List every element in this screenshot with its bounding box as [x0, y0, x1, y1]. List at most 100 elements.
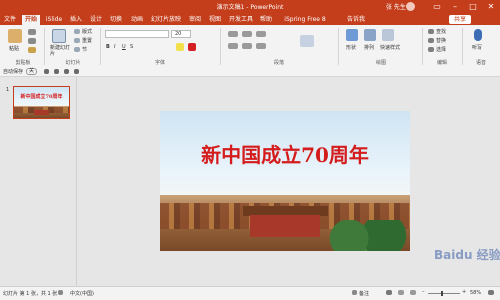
ribbon-tabs: 文件 开始 iSlide 插入 设计 切换 动画 幻灯片放映 审阅 视图 开发工… — [0, 14, 500, 25]
layout-icon[interactable] — [74, 29, 80, 34]
ribbon-display-icon[interactable]: ▭ — [428, 0, 446, 14]
close-icon[interactable]: ✕ — [482, 0, 500, 14]
numbering-icon[interactable] — [242, 31, 252, 37]
microphone-icon[interactable] — [474, 29, 482, 41]
paste-icon[interactable] — [8, 29, 22, 43]
arrange-icon[interactable] — [364, 29, 376, 41]
select-label[interactable]: 选择 — [436, 46, 446, 53]
replace-label[interactable]: 替换 — [436, 37, 446, 44]
maximize-icon[interactable]: □ — [464, 0, 482, 14]
slide-headline[interactable]: 新中国成立70周年 — [160, 139, 410, 168]
quick-styles-icon[interactable] — [382, 29, 394, 41]
align-center-icon[interactable] — [242, 43, 252, 49]
font-size-box[interactable]: 20 — [171, 30, 191, 38]
separator — [220, 28, 221, 65]
bold-button[interactable]: B — [106, 44, 110, 50]
quick-styles-label[interactable]: 快速样式 — [380, 44, 400, 51]
reset-icon[interactable] — [74, 38, 80, 43]
tab-islide[interactable]: iSlide — [43, 15, 65, 25]
dictate-label[interactable]: 听写 — [472, 44, 482, 51]
tab-file[interactable]: 文件 — [2, 15, 18, 25]
start-slideshow-icon[interactable] — [74, 69, 79, 74]
tab-insert[interactable]: 插入 — [68, 15, 84, 25]
notes-icon[interactable] — [352, 290, 357, 295]
slide-main[interactable]: 新中国成立70周年 — [160, 111, 410, 251]
separator — [338, 28, 339, 65]
zoom-in-icon[interactable]: + — [462, 289, 466, 295]
autosave-toggle[interactable]: 关 — [26, 68, 38, 75]
replace-icon[interactable] — [428, 38, 434, 43]
slide-gate — [250, 214, 320, 237]
zoom-out-icon[interactable]: – — [422, 289, 425, 295]
undo-icon[interactable] — [54, 69, 59, 74]
select-icon[interactable] — [428, 47, 434, 52]
separator — [100, 28, 101, 65]
avatar[interactable] — [406, 2, 415, 11]
smartart-icon[interactable] — [300, 35, 314, 47]
save-icon[interactable] — [44, 69, 49, 74]
font-name-box[interactable] — [105, 30, 169, 38]
shadow-button[interactable]: S — [130, 44, 133, 50]
group-font-label: 字体 — [154, 60, 165, 66]
find-label[interactable]: 查找 — [436, 28, 446, 35]
redo-icon[interactable] — [64, 69, 69, 74]
tab-developer[interactable]: 开发工具 — [228, 15, 254, 25]
new-slide-icon[interactable] — [52, 29, 66, 43]
reset-label[interactable]: 重置 — [82, 37, 92, 44]
italic-button[interactable]: I — [114, 44, 115, 50]
copy-icon[interactable] — [28, 38, 36, 44]
paste-label[interactable]: 粘贴 — [9, 45, 19, 52]
accessibility-icon[interactable] — [58, 290, 63, 295]
tell-me-search[interactable]: 告诉我 — [344, 15, 368, 25]
autosave-label: 自动保存 — [3, 69, 24, 75]
tab-ispring[interactable]: iSpring Free 8 — [280, 15, 330, 25]
separator — [44, 28, 45, 65]
align-right-icon[interactable] — [256, 43, 266, 49]
tab-help[interactable]: 帮助 — [258, 15, 274, 25]
format-painter-icon[interactable] — [28, 47, 36, 53]
tab-animations[interactable]: 动画 — [129, 15, 145, 25]
new-slide-label[interactable]: 新建幻灯片 — [50, 45, 72, 57]
arrange-label[interactable]: 排列 — [364, 44, 374, 51]
group-editing-label: 编辑 — [436, 60, 447, 66]
slide-thumbnail[interactable]: 新中国成立70周年 — [13, 86, 70, 119]
section-icon[interactable] — [74, 47, 80, 52]
watermark: Baidu 经验 — [434, 248, 500, 262]
tab-slideshow[interactable]: 幻灯片放映 — [149, 15, 183, 25]
group-voice-label: 语音 — [475, 60, 486, 66]
zoom-level[interactable]: 58% — [470, 290, 481, 296]
bullets-icon[interactable] — [228, 31, 238, 37]
minimize-icon[interactable]: – — [446, 0, 464, 14]
align-left-icon[interactable] — [228, 43, 238, 49]
language[interactable]: 中文(中国) — [70, 290, 94, 297]
thumbnail-number: 1 — [6, 87, 10, 93]
tab-design[interactable]: 设计 — [88, 15, 104, 25]
group-slides-label: 幻灯片 — [65, 60, 81, 66]
separator — [422, 28, 423, 65]
indent-icon[interactable] — [256, 31, 266, 37]
font-color-icon[interactable] — [188, 43, 196, 51]
zoom-slider-thumb[interactable] — [441, 291, 443, 296]
user-name[interactable]: 张 先生 — [386, 2, 406, 11]
find-icon[interactable] — [428, 29, 434, 34]
share-button[interactable]: 共享 — [449, 15, 471, 24]
reading-view-icon[interactable] — [410, 290, 416, 295]
notes-button[interactable]: 备注 — [359, 290, 369, 297]
underline-button[interactable]: U — [122, 44, 126, 50]
zoom-slider[interactable] — [428, 293, 460, 294]
layout-label[interactable]: 版式 — [82, 28, 92, 35]
highlight-icon[interactable] — [176, 43, 184, 51]
tab-review[interactable]: 审阅 — [187, 15, 203, 25]
slide-sorter-icon[interactable] — [398, 290, 404, 295]
cut-icon[interactable] — [28, 29, 36, 35]
tab-view[interactable]: 视图 — [207, 15, 223, 25]
normal-view-icon[interactable] — [386, 290, 392, 295]
quick-access-toolbar: 自动保存 关 — [0, 67, 500, 77]
tab-transitions[interactable]: 切换 — [108, 15, 124, 25]
fit-to-window-icon[interactable] — [488, 290, 494, 295]
title-bar: 演示文稿1 - PowerPoint 张 先生 ▭ – □ ✕ — [0, 0, 500, 14]
shapes-label[interactable]: 形状 — [346, 44, 356, 51]
tab-home[interactable]: 开始 — [22, 15, 40, 25]
section-label[interactable]: 节 — [82, 46, 87, 53]
shapes-icon[interactable] — [346, 29, 358, 41]
